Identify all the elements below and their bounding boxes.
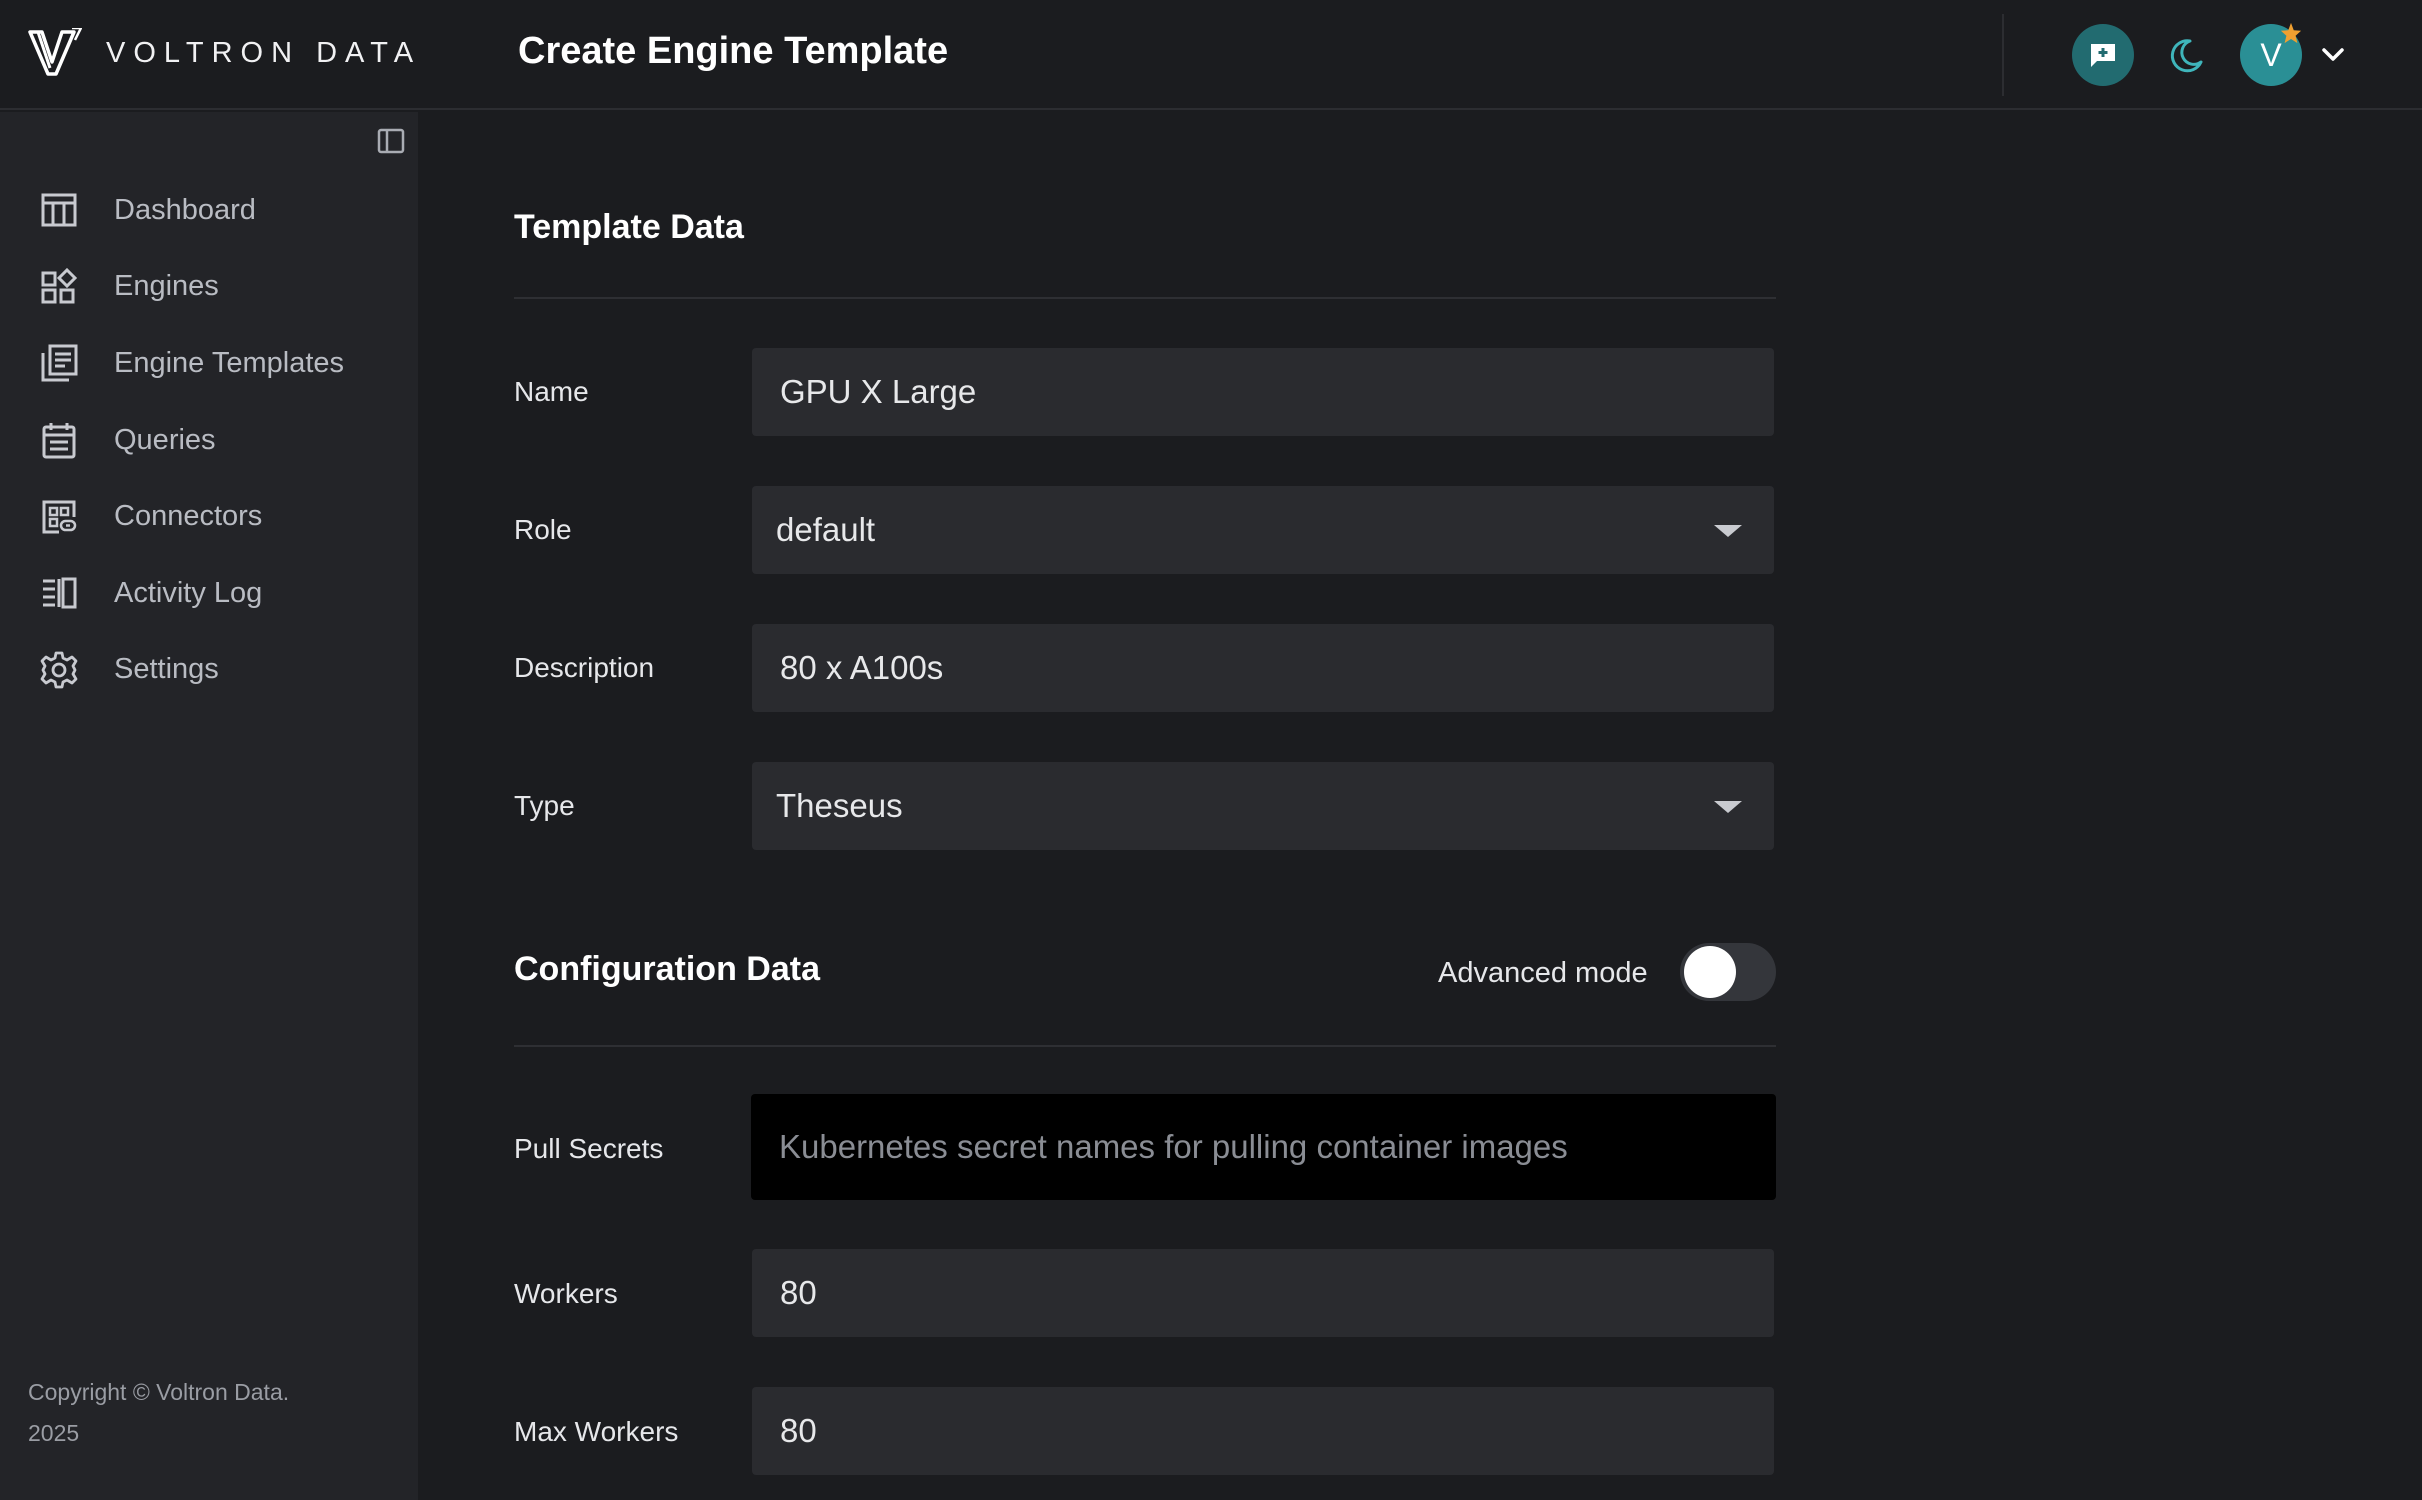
configuration-data-title: Configuration Data bbox=[514, 950, 820, 988]
moon-icon bbox=[2170, 39, 2203, 73]
template-data-title: Template Data bbox=[514, 208, 744, 246]
toggle-knob bbox=[1684, 946, 1736, 998]
max-workers-label: Max Workers bbox=[514, 1416, 679, 1447]
workers-label: Workers bbox=[514, 1278, 618, 1309]
description-label: Description bbox=[514, 652, 655, 683]
role-select[interactable]: default bbox=[752, 486, 1774, 574]
dashboard-icon bbox=[38, 189, 80, 231]
page-title: Create Engine Template bbox=[518, 30, 949, 72]
sidebar-item-label: Dashboard bbox=[114, 193, 256, 226]
sidebar-item-dashboard[interactable]: Dashboard bbox=[0, 172, 418, 249]
caret-down-icon bbox=[1714, 801, 1742, 813]
sidebar-item-settings[interactable]: Settings bbox=[0, 632, 418, 709]
type-label: Type bbox=[514, 790, 575, 821]
sidebar-item-label: Connectors bbox=[114, 500, 263, 533]
role-select-value: default bbox=[776, 511, 876, 548]
feedback-icon bbox=[2091, 44, 2115, 67]
star-icon bbox=[2280, 22, 2302, 44]
sidebar-item-label: Engine Templates bbox=[114, 346, 345, 379]
sidebar-item-label: Settings bbox=[114, 653, 219, 686]
sidebar-item-queries[interactable]: Queries bbox=[0, 402, 418, 479]
section-divider bbox=[514, 1045, 1776, 1047]
brand-name: VOLTRON DATA bbox=[106, 36, 422, 69]
queries-icon bbox=[38, 419, 80, 461]
activity-log-icon bbox=[38, 572, 80, 614]
advanced-mode-toggle[interactable] bbox=[1680, 943, 1776, 1001]
advanced-mode-label: Advanced mode bbox=[1438, 957, 1648, 989]
feedback-button[interactable] bbox=[2072, 24, 2134, 86]
description-input[interactable]: 80 x A100s bbox=[752, 624, 1774, 712]
pull-secrets-input[interactable]: Kubernetes secret names for pulling cont… bbox=[751, 1094, 1776, 1200]
pull-secrets-label: Pull Secrets bbox=[514, 1133, 664, 1164]
type-select[interactable]: Theseus bbox=[752, 762, 1774, 850]
engine-templates-icon bbox=[38, 342, 80, 384]
name-label: Name bbox=[514, 376, 589, 407]
caret-down-icon bbox=[1714, 525, 1742, 537]
gear-icon bbox=[38, 649, 80, 691]
section-divider bbox=[514, 297, 1776, 299]
top-header: VOLTRON DATA Create Engine Template V bbox=[0, 0, 2422, 110]
pull-secrets-placeholder: Kubernetes secret names for pulling cont… bbox=[779, 1128, 1568, 1165]
workers-input[interactable]: 80 bbox=[752, 1249, 1774, 1337]
type-select-value: Theseus bbox=[776, 787, 903, 824]
max-workers-input[interactable]: 80 bbox=[752, 1387, 1774, 1475]
sidebar-item-label: Activity Log bbox=[114, 576, 263, 609]
brand-logo[interactable]: VOLTRON DATA bbox=[28, 28, 421, 78]
copyright-text: Copyright © Voltron Data. 2025 bbox=[28, 1379, 290, 1446]
header-divider bbox=[2002, 14, 2004, 96]
sidebar-item-engine-templates[interactable]: Engine Templates bbox=[0, 325, 418, 402]
sidebar: Dashboard Engines Engine Templates Queri… bbox=[0, 112, 418, 1500]
connectors-icon bbox=[38, 496, 80, 538]
theme-toggle-button[interactable] bbox=[2162, 32, 2210, 80]
sidebar-item-connectors[interactable]: Connectors bbox=[0, 478, 418, 555]
sidebar-item-label: Engines bbox=[114, 270, 219, 303]
sidebar-item-engines[interactable]: Engines bbox=[0, 249, 418, 326]
chevron-down-icon[interactable] bbox=[2318, 40, 2348, 70]
sidebar-item-activity-log[interactable]: Activity Log bbox=[0, 555, 418, 632]
sidebar-nav: Dashboard Engines Engine Templates Queri… bbox=[0, 172, 418, 708]
engines-icon bbox=[38, 266, 80, 308]
avatar-initial: V bbox=[2260, 36, 2282, 73]
voltron-logo-icon bbox=[28, 28, 82, 76]
sidebar-collapse-icon[interactable] bbox=[376, 126, 406, 156]
sidebar-item-label: Queries bbox=[114, 423, 216, 456]
name-input[interactable]: GPU X Large bbox=[752, 348, 1774, 436]
role-label: Role bbox=[514, 514, 572, 545]
